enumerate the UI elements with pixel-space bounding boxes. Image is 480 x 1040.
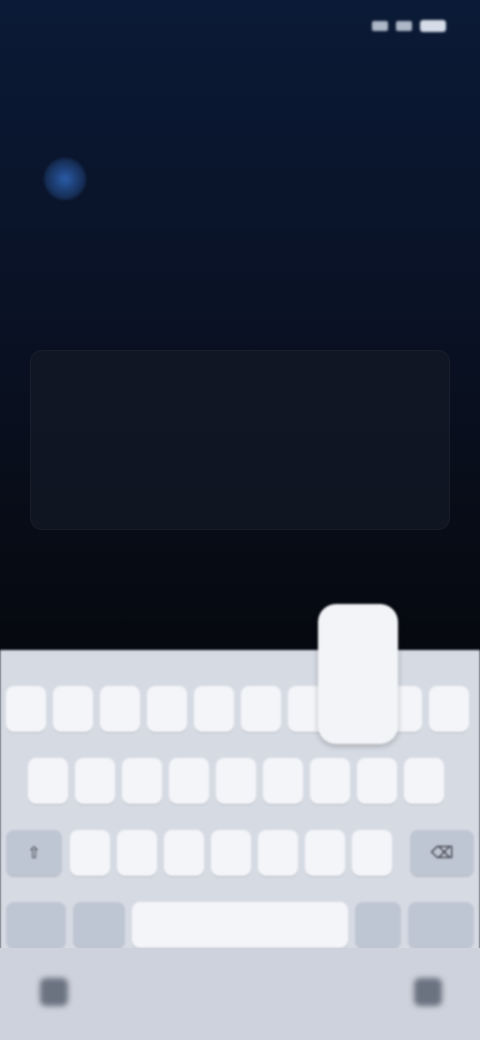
- key[interactable]: [6, 686, 46, 732]
- key[interactable]: [429, 686, 469, 732]
- avatar[interactable]: [44, 158, 86, 200]
- enter-key[interactable]: [408, 902, 474, 948]
- status-icons: [372, 20, 446, 32]
- key[interactable]: [305, 830, 345, 876]
- key[interactable]: [164, 830, 204, 876]
- key[interactable]: [70, 830, 110, 876]
- wifi-icon: [396, 21, 412, 31]
- symbols-key[interactable]: [6, 902, 66, 948]
- shift-key[interactable]: ⇧: [6, 830, 62, 876]
- key[interactable]: [258, 830, 298, 876]
- key[interactable]: [352, 830, 392, 876]
- key[interactable]: [310, 758, 350, 804]
- emoji-key[interactable]: [73, 902, 125, 948]
- key[interactable]: [100, 686, 140, 732]
- keyboard-row-3: ⇧ ⌫: [0, 830, 480, 878]
- key-preview-popup: [318, 604, 398, 744]
- navigation-bar: [0, 948, 480, 1040]
- key[interactable]: [404, 758, 444, 804]
- keyboard-row-4: [0, 902, 480, 950]
- space-key[interactable]: [132, 902, 348, 948]
- key[interactable]: [357, 758, 397, 804]
- period-key[interactable]: [355, 902, 401, 948]
- key[interactable]: [122, 758, 162, 804]
- keyboard-row-2: [0, 758, 480, 806]
- battery-icon: [420, 20, 446, 32]
- keyboard-switch-icon[interactable]: [414, 978, 442, 1006]
- keyboard-hide-icon[interactable]: [40, 978, 68, 1006]
- key[interactable]: [211, 830, 251, 876]
- keyboard-row-1: [0, 686, 480, 734]
- key[interactable]: [147, 686, 187, 732]
- key[interactable]: [241, 686, 281, 732]
- signal-icon: [372, 21, 388, 31]
- key[interactable]: [194, 686, 234, 732]
- key[interactable]: [169, 758, 209, 804]
- status-bar: [0, 0, 480, 56]
- text-input-area[interactable]: [30, 350, 450, 530]
- key[interactable]: [117, 830, 157, 876]
- key[interactable]: [53, 686, 93, 732]
- backspace-key[interactable]: ⌫: [410, 830, 474, 876]
- key[interactable]: [28, 758, 68, 804]
- key[interactable]: [263, 758, 303, 804]
- key[interactable]: [75, 758, 115, 804]
- key[interactable]: [216, 758, 256, 804]
